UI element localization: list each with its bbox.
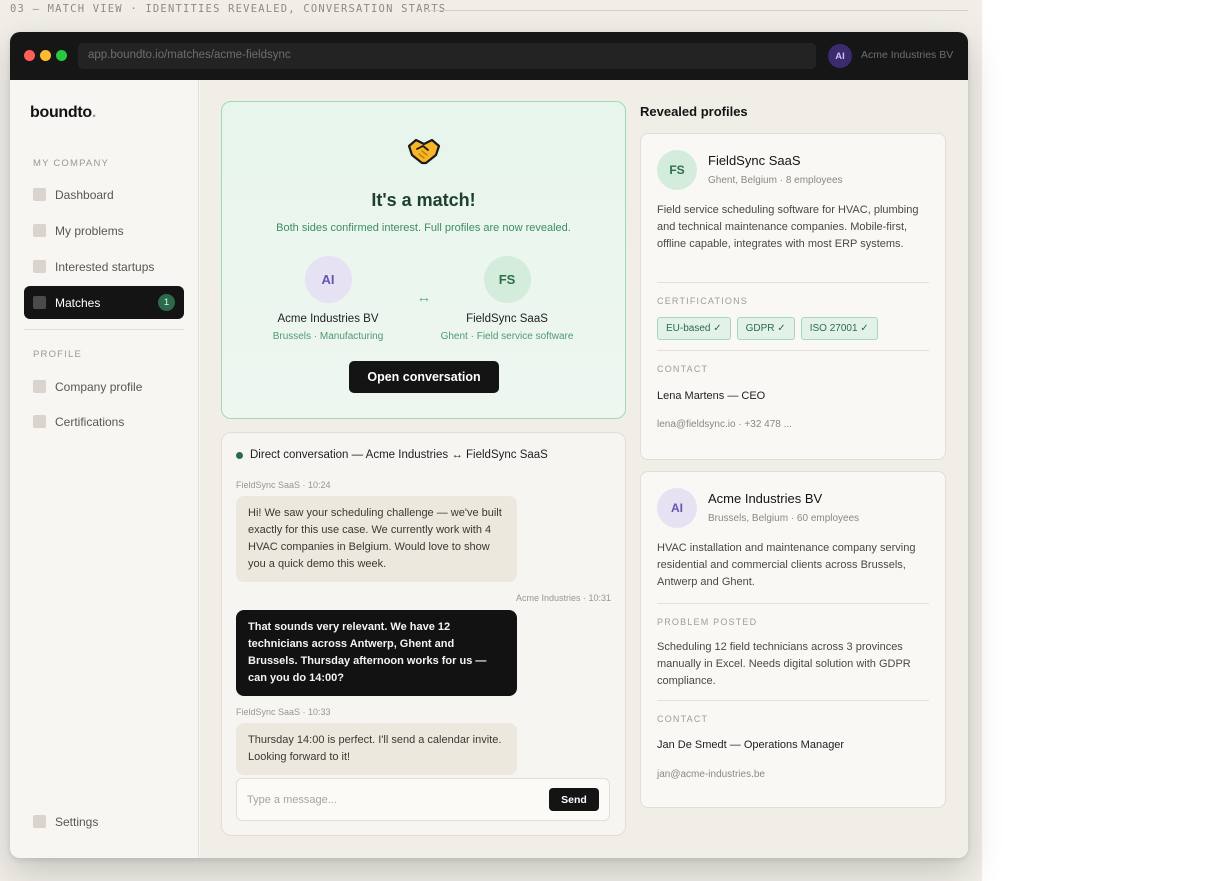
cert-chip-eu: EU-based ✓ <box>657 317 731 340</box>
revealed-profiles-title: Revealed profiles <box>640 104 748 119</box>
dashboard-icon <box>33 188 46 201</box>
match-party-acme: AI Acme Industries BV Brussels · Manufac… <box>253 256 403 342</box>
message-bubble-outgoing: That sounds very relevant. We have 12 te… <box>236 610 517 696</box>
conversation-title: Direct conversation — Acme Industries ↔ … <box>250 449 548 461</box>
main-content: It's a match! Both sides confirmed inter… <box>200 80 968 858</box>
party-name: Acme Industries BV <box>277 313 379 325</box>
section-label-profile: PROFILE <box>33 349 83 360</box>
sidebar-item-interested-startups[interactable]: Interested startups <box>24 250 184 283</box>
profile-name: Acme Industries BV <box>708 491 823 506</box>
profile-divider <box>657 603 929 604</box>
sidebar-item-label: Certifications <box>55 414 125 429</box>
match-card: It's a match! Both sides confirmed inter… <box>221 101 626 419</box>
message-bubble-incoming: Hi! We saw your scheduling challenge — w… <box>236 496 517 582</box>
account-org-name: Acme Industries BV <box>861 49 954 61</box>
certifications-icon <box>33 415 46 428</box>
party-meta: Ghent · Field service software <box>440 331 574 342</box>
profile-location: Ghent, Belgium · 8 employees <box>708 175 843 186</box>
settings-icon <box>33 815 46 828</box>
message-meta: FieldSync SaaS · 10:33 <box>236 707 331 717</box>
match-party-fieldsync: FS FieldSync SaaS Ghent · Field service … <box>432 256 582 342</box>
sidebar: boundto. MY COMPANY Dashboard My problem… <box>10 80 199 858</box>
stage: 03 — MATCH VIEW · IDENTITIES REVEALED, C… <box>0 0 982 881</box>
sidebar-item-certifications[interactable]: Certifications <box>24 405 184 438</box>
party-meta: Brussels · Manufacturing <box>272 331 384 342</box>
acme-avatar: AI <box>304 256 352 303</box>
sidebar-item-label: Settings <box>55 814 99 829</box>
message-input[interactable] <box>247 791 537 809</box>
brand-dot: . <box>91 104 97 121</box>
party-name: FieldSync SaaS <box>466 313 548 325</box>
sidebar-item-label: Interested startups <box>55 259 155 274</box>
startups-icon <box>33 260 46 273</box>
close-window-dot[interactable] <box>24 50 35 61</box>
online-status-dot <box>236 451 243 459</box>
fieldsync-profile-avatar: FS <box>657 150 697 190</box>
profile-description: Field service scheduling software for HV… <box>657 204 919 250</box>
profile-name: FieldSync SaaS <box>708 153 801 168</box>
profile-divider <box>657 350 929 351</box>
sidebar-item-settings[interactable]: Settings <box>24 805 184 838</box>
sidebar-divider <box>24 329 184 330</box>
acme-profile-avatar: AI <box>657 488 697 528</box>
contact-label: CONTACT <box>657 364 709 374</box>
message-meta: FieldSync SaaS · 10:24 <box>236 480 331 490</box>
send-button[interactable]: Send <box>549 788 599 811</box>
frame-caption: 03 — MATCH VIEW · IDENTITIES REVEALED, C… <box>10 3 447 15</box>
contact-name: Jan De Smedt — Operations Manager <box>657 739 845 751</box>
handshake-icon <box>407 138 441 165</box>
caption-rule <box>428 10 968 11</box>
sidebar-item-matches[interactable]: Matches 1 <box>24 286 184 319</box>
brand-name: boundto <box>30 104 92 121</box>
contact-label: CONTACT <box>657 714 709 724</box>
profile-card-acme: AI Acme Industries BV Brussels, Belgium … <box>640 471 946 808</box>
brand-logo[interactable]: boundto. <box>30 104 96 122</box>
matches-icon <box>33 296 46 309</box>
sidebar-item-my-problems[interactable]: My problems <box>24 214 184 247</box>
profile-divider <box>657 700 929 701</box>
profile-divider <box>657 282 929 283</box>
browser-titlebar: app.boundto.io/matches/acme-fieldsync AI… <box>10 32 968 80</box>
conversation-header: Direct conversation — Acme Industries ↔ … <box>236 449 548 461</box>
problem-description: Scheduling 12 field technicians across 3… <box>657 641 911 687</box>
section-label-my-company: MY COMPANY <box>33 158 110 169</box>
sidebar-item-label: Company profile <box>55 379 143 394</box>
cert-chip-gdpr: GDPR ✓ <box>736 317 795 340</box>
conversation-panel: Direct conversation — Acme Industries ↔ … <box>221 432 626 836</box>
contact-details[interactable]: jan@acme-industries.be <box>657 769 765 780</box>
contact-details[interactable]: lena@fieldsync.io · +32 478 ... <box>657 419 792 430</box>
company-profile-icon <box>33 380 46 393</box>
contact-name: Lena Martens — CEO <box>657 390 766 402</box>
problems-icon <box>33 224 46 237</box>
open-conversation-button[interactable]: Open conversation <box>349 361 499 393</box>
problem-posted-label: PROBLEM POSTED <box>657 617 758 627</box>
certification-chips: EU-based ✓ GDPR ✓ ISO 27001 ✓ <box>657 317 878 340</box>
maximize-window-dot[interactable] <box>56 50 67 61</box>
account-avatar[interactable]: AI <box>828 44 852 68</box>
matches-count-badge: 1 <box>158 294 175 311</box>
profile-location: Brussels, Belgium · 60 employees <box>708 513 860 524</box>
sidebar-item-label: Dashboard <box>55 187 114 202</box>
match-title: It's a match! <box>371 190 476 210</box>
message-bubble-incoming: Thursday 14:00 is perfect. I'll send a c… <box>236 723 517 775</box>
profile-description: HVAC installation and maintenance compan… <box>657 542 916 588</box>
match-subtitle: Both sides confirmed interest. Full prof… <box>276 222 571 234</box>
sidebar-item-label: My problems <box>55 223 124 238</box>
sidebar-item-dashboard[interactable]: Dashboard <box>24 178 184 211</box>
message-composer: Send <box>236 778 610 821</box>
minimize-window-dot[interactable] <box>40 50 51 61</box>
profile-card-fieldsync: FS FieldSync SaaS Ghent, Belgium · 8 emp… <box>640 133 946 460</box>
sidebar-item-company-profile[interactable]: Company profile <box>24 370 184 403</box>
address-bar[interactable]: app.boundto.io/matches/acme-fieldsync <box>78 43 816 69</box>
certifications-label: CERTIFICATIONS <box>657 296 748 306</box>
cert-chip-iso: ISO 27001 ✓ <box>800 317 878 340</box>
sidebar-item-label: Matches <box>55 295 101 310</box>
browser-window: app.boundto.io/matches/acme-fieldsync AI… <box>10 32 968 858</box>
fieldsync-avatar: FS <box>483 256 531 303</box>
message-meta: Acme Industries · 10:31 <box>515 593 611 603</box>
